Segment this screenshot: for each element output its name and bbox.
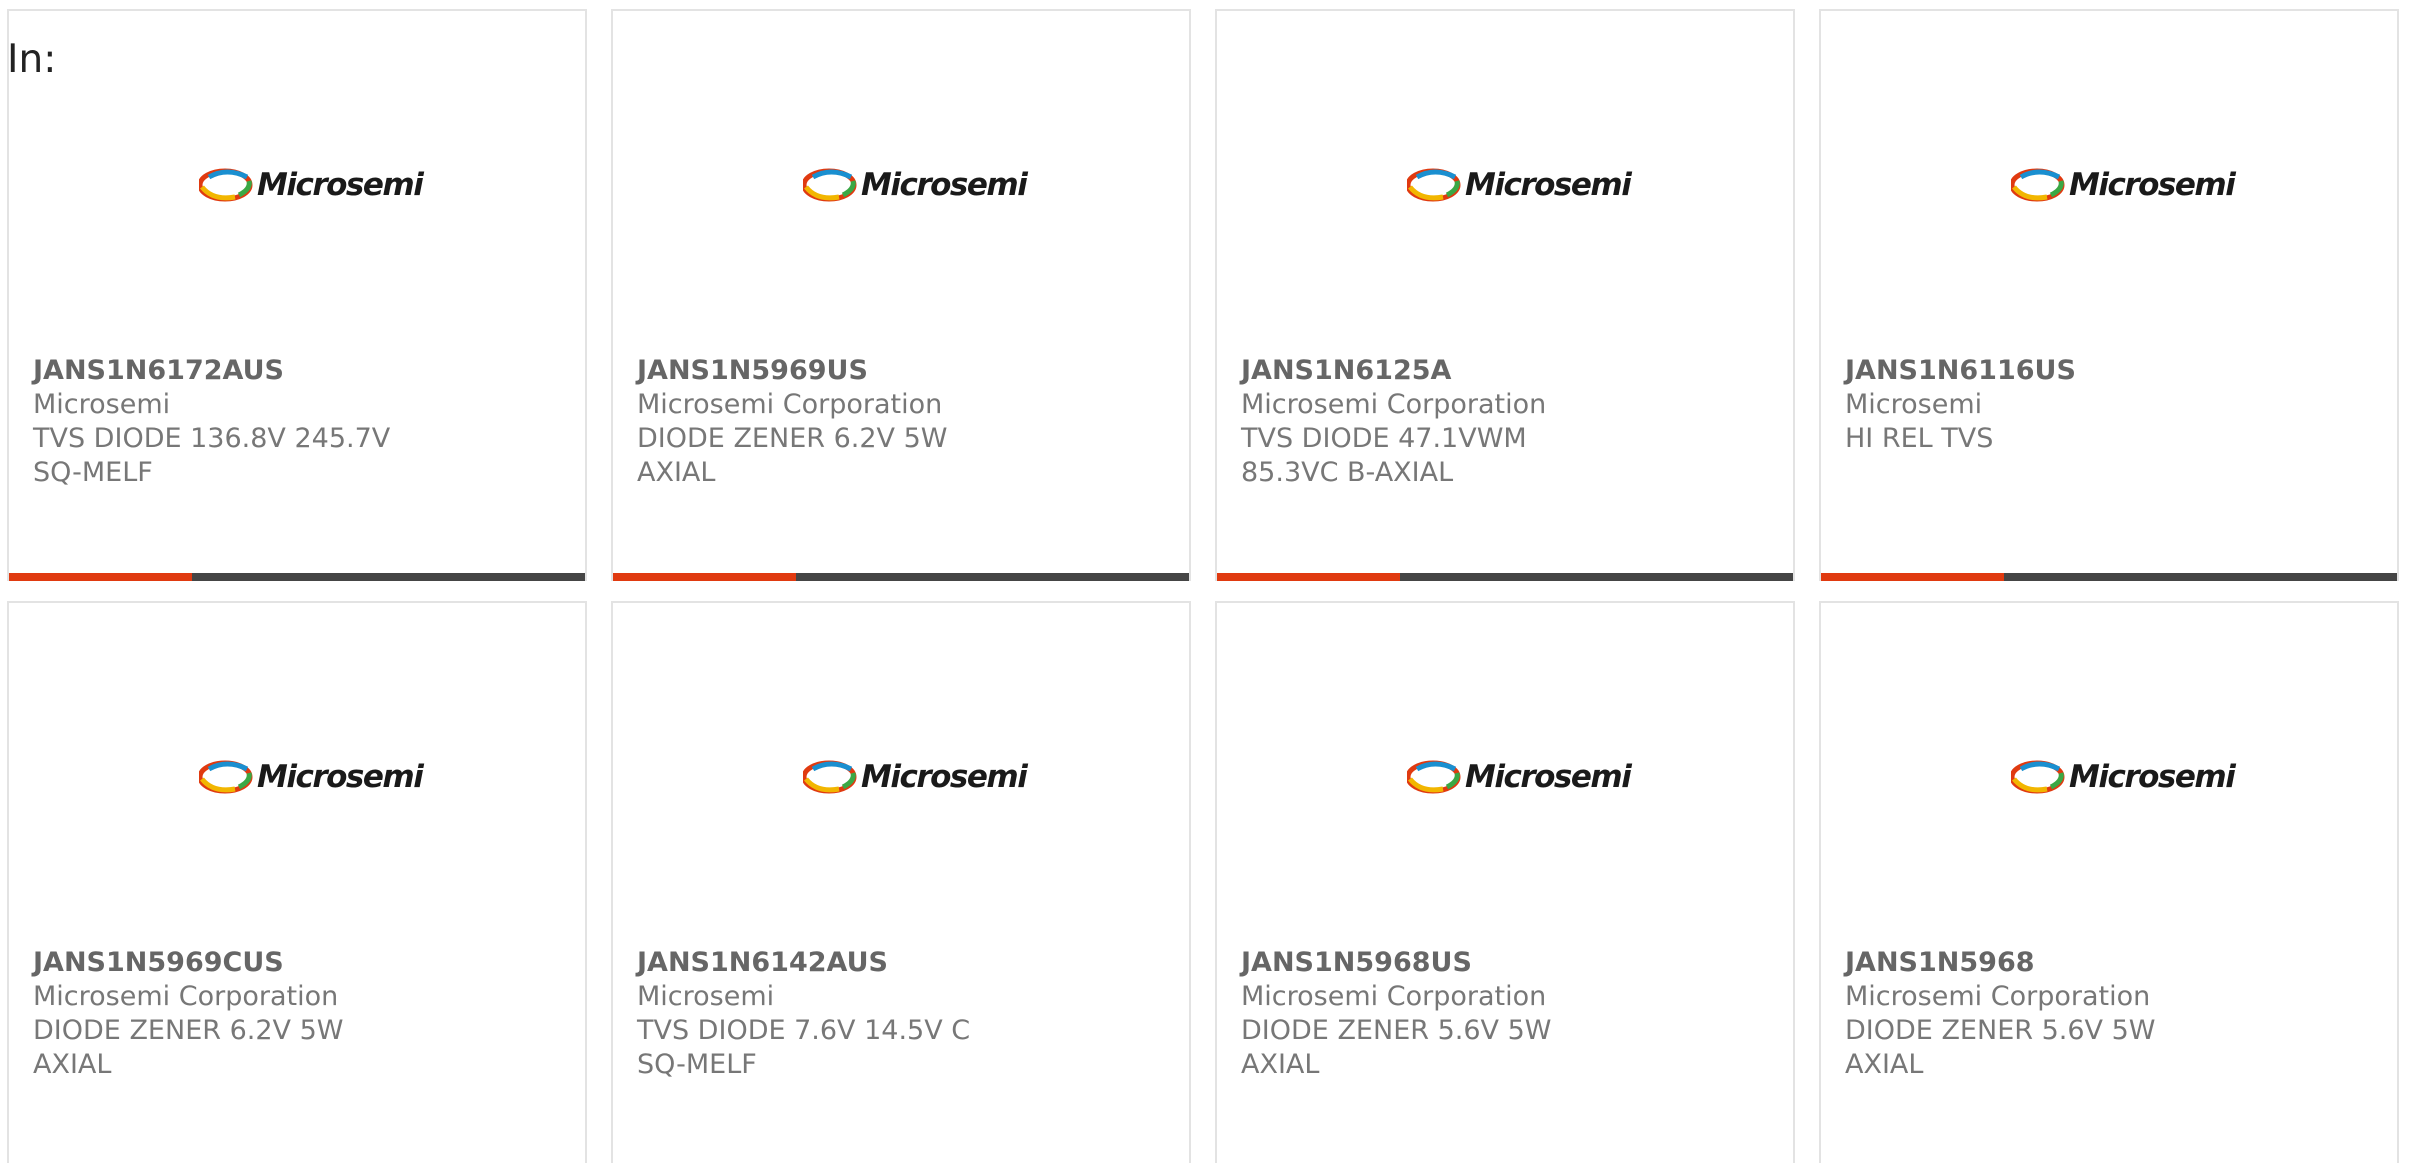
- product-description: HI REL TVS: [1845, 423, 1994, 454]
- filter-in-label: In:: [7, 37, 57, 82]
- card-accent-bar: [1217, 573, 1400, 581]
- microsemi-swirl-icon: [1407, 168, 1461, 202]
- manufacturer-name: Microsemi Corporation: [1845, 981, 2151, 1012]
- part-number-link[interactable]: JANS1N5968US: [1241, 946, 1631, 980]
- microsemi-swirl-icon: [199, 760, 253, 794]
- logo-text: Microsemi: [257, 759, 424, 795]
- microsemi-swirl-icon: [2011, 760, 2065, 794]
- product-grid: Microsemi JANS1N6172AUS Microsemi TVS DI…: [7, 9, 2399, 1163]
- product-card[interactable]: Microsemi JANS1N6116US Microsemi HI REL …: [1819, 9, 2399, 581]
- part-number-link[interactable]: JANS1N5968: [1845, 946, 2235, 980]
- manufacturer-name: Microsemi: [33, 389, 171, 420]
- part-number-link[interactable]: JANS1N5969US: [637, 354, 1027, 388]
- product-card[interactable]: Microsemi JANS1N5968US Microsemi Corpora…: [1215, 601, 1795, 1163]
- product-info: JANS1N6142AUS Microsemi TVS DIODE 7.6V 1…: [637, 946, 1027, 1082]
- card-bottom-bar: [613, 573, 1189, 581]
- logo-text: Microsemi: [1465, 167, 1632, 203]
- product-description: DIODE ZENER 6.2V 5W AXIAL: [637, 423, 948, 488]
- microsemi-logo: Microsemi: [2011, 755, 2236, 799]
- part-number-link[interactable]: JANS1N6142AUS: [637, 946, 1027, 980]
- product-card[interactable]: Microsemi JANS1N6125A Microsemi Corporat…: [1215, 9, 1795, 581]
- product-info: JANS1N5969US Microsemi Corporation DIODE…: [637, 354, 1027, 490]
- product-description: TVS DIODE 47.1VWM 85.3VC B-AXIAL: [1241, 423, 1527, 488]
- product-description: TVS DIODE 7.6V 14.5V C SQ-MELF: [637, 1015, 971, 1080]
- card-bottom-bar: [1217, 573, 1793, 581]
- manufacturer-name: Microsemi: [637, 981, 775, 1012]
- product-info: JANS1N6172AUS Microsemi TVS DIODE 136.8V…: [33, 354, 423, 490]
- card-accent-bar: [9, 573, 192, 581]
- product-info: JANS1N5969CUS Microsemi Corporation DIOD…: [33, 946, 423, 1082]
- microsemi-swirl-icon: [2011, 168, 2065, 202]
- logo-text: Microsemi: [861, 759, 1028, 795]
- part-number-link[interactable]: JANS1N6125A: [1241, 354, 1631, 388]
- microsemi-swirl-icon: [803, 760, 857, 794]
- manufacturer-name: Microsemi Corporation: [1241, 389, 1547, 420]
- card-bottom-bar: [1821, 573, 2397, 581]
- microsemi-logo: Microsemi: [199, 755, 424, 799]
- logo-text: Microsemi: [861, 167, 1028, 203]
- microsemi-swirl-icon: [199, 168, 253, 202]
- microsemi-logo: Microsemi: [199, 163, 424, 207]
- product-description: DIODE ZENER 5.6V 5W AXIAL: [1845, 1015, 2156, 1080]
- part-number-link[interactable]: JANS1N5969CUS: [33, 946, 423, 980]
- product-card[interactable]: Microsemi JANS1N5969CUS Microsemi Corpor…: [7, 601, 587, 1163]
- logo-text: Microsemi: [2069, 759, 2236, 795]
- product-card[interactable]: Microsemi JANS1N5968 Microsemi Corporati…: [1819, 601, 2399, 1163]
- card-bottom-bar: [9, 573, 585, 581]
- product-card[interactable]: Microsemi JANS1N6142AUS Microsemi TVS DI…: [611, 601, 1191, 1163]
- part-number-link[interactable]: JANS1N6116US: [1845, 354, 2235, 388]
- logo-text: Microsemi: [1465, 759, 1632, 795]
- product-info: JANS1N5968 Microsemi Corporation DIODE Z…: [1845, 946, 2235, 1082]
- manufacturer-name: Microsemi: [1845, 389, 1983, 420]
- microsemi-logo: Microsemi: [803, 163, 1028, 207]
- product-card[interactable]: Microsemi JANS1N6172AUS Microsemi TVS DI…: [7, 9, 587, 581]
- manufacturer-name: Microsemi Corporation: [637, 389, 943, 420]
- card-accent-bar: [613, 573, 796, 581]
- microsemi-swirl-icon: [803, 168, 857, 202]
- microsemi-logo: Microsemi: [1407, 755, 1632, 799]
- microsemi-logo: Microsemi: [2011, 163, 2236, 207]
- product-info: JANS1N5968US Microsemi Corporation DIODE…: [1241, 946, 1631, 1082]
- part-number-link[interactable]: JANS1N6172AUS: [33, 354, 423, 388]
- product-grid-page: In: Microsemi JANS1N6172AUS Microsemi TV…: [0, 0, 2410, 1163]
- microsemi-logo: Microsemi: [1407, 163, 1632, 207]
- product-description: DIODE ZENER 6.2V 5W AXIAL: [33, 1015, 344, 1080]
- card-accent-bar: [1821, 573, 2004, 581]
- microsemi-logo: Microsemi: [803, 755, 1028, 799]
- manufacturer-name: Microsemi Corporation: [1241, 981, 1547, 1012]
- product-info: JANS1N6125A Microsemi Corporation TVS DI…: [1241, 354, 1631, 490]
- logo-text: Microsemi: [257, 167, 424, 203]
- product-info: JANS1N6116US Microsemi HI REL TVS: [1845, 354, 2235, 456]
- microsemi-swirl-icon: [1407, 760, 1461, 794]
- product-description: DIODE ZENER 5.6V 5W AXIAL: [1241, 1015, 1552, 1080]
- product-description: TVS DIODE 136.8V 245.7V SQ-MELF: [33, 423, 391, 488]
- logo-text: Microsemi: [2069, 167, 2236, 203]
- product-card[interactable]: Microsemi JANS1N5969US Microsemi Corpora…: [611, 9, 1191, 581]
- manufacturer-name: Microsemi Corporation: [33, 981, 339, 1012]
